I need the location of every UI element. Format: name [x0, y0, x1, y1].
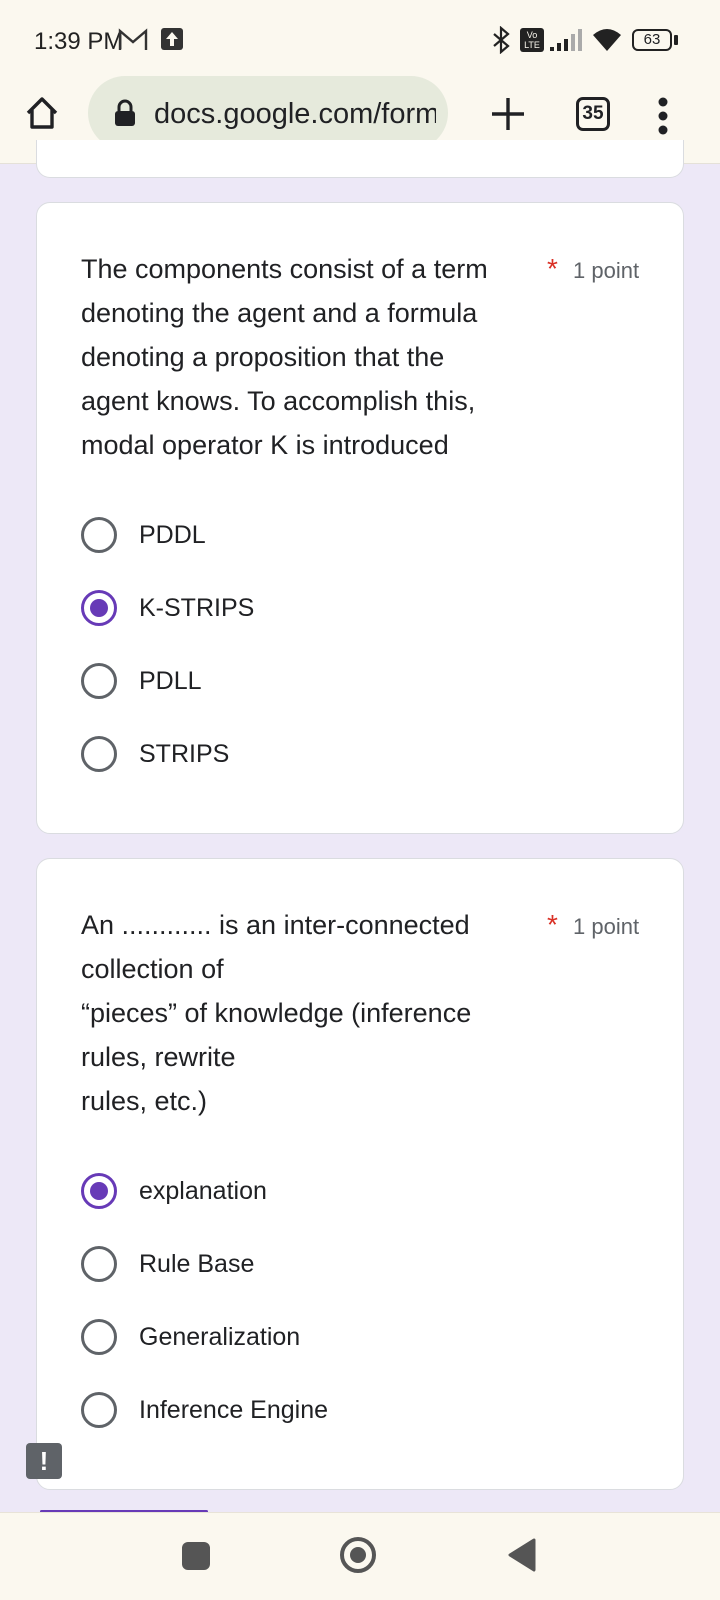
home-icon[interactable]: [22, 93, 62, 133]
option-label: PDDL: [139, 521, 206, 549]
radio-option[interactable]: Rule Base: [81, 1242, 581, 1290]
question-card: The components consist of a term denotin…: [36, 202, 684, 834]
wifi-icon: [593, 29, 621, 51]
radio-button[interactable]: [81, 736, 117, 772]
upload-icon: [161, 28, 183, 50]
option-label: explanation: [139, 1177, 267, 1205]
option-label: Generalization: [139, 1323, 301, 1351]
question-card: An ............ is an inter-connected co…: [36, 858, 684, 1490]
question-line: An ............ is an inter-connected: [81, 910, 470, 940]
question-line: denoting a proposition that the: [81, 342, 445, 372]
required-mark: *: [547, 253, 558, 284]
question-line: agent knows. To accomplish this,: [81, 386, 476, 416]
question-line: collection of: [81, 954, 224, 984]
question-text: The components consist of a term denotin…: [81, 247, 488, 467]
radio-button-selected[interactable]: [81, 590, 117, 626]
battery-tip: [674, 35, 678, 45]
question-line: The components consist of a term: [81, 254, 488, 284]
radio-button[interactable]: [81, 1392, 117, 1428]
option-label: Rule Base: [139, 1250, 255, 1278]
url-text: docs.google.com/forms: [154, 98, 436, 130]
volte-icon: Vo LTE: [520, 28, 544, 52]
radio-option[interactable]: PDLL: [81, 659, 581, 707]
status-time: 1:39 PM: [34, 28, 124, 55]
tab-switcher-button[interactable]: 35: [576, 97, 610, 131]
battery-level: 63: [643, 31, 661, 48]
question-line: “pieces” of knowledge (inference: [81, 998, 472, 1028]
radio-button[interactable]: [81, 517, 117, 553]
radio-button-selected[interactable]: [81, 1173, 117, 1209]
question-line: modal operator K is introduced: [81, 430, 449, 460]
new-tab-icon[interactable]: [488, 94, 528, 134]
radio-button[interactable]: [81, 1319, 117, 1355]
required-mark: *: [547, 909, 558, 940]
bluetooth-icon: [493, 26, 510, 54]
tab-count: 35: [582, 103, 604, 124]
radio-option[interactable]: Generalization: [81, 1315, 581, 1363]
system-nav-bar: [0, 1512, 720, 1600]
signal-icon: [550, 29, 582, 51]
question-line: rules, rewrite: [81, 1042, 236, 1072]
radio-button[interactable]: [81, 1246, 117, 1282]
feedback-badge-text: !: [39, 1446, 49, 1476]
home-circle-icon[interactable]: [338, 1535, 378, 1575]
points-label: 1 point: [573, 914, 640, 939]
battery-icon: 63: [632, 29, 672, 51]
radio-option[interactable]: Inference Engine: [81, 1388, 581, 1436]
question-line: rules, etc.): [81, 1086, 208, 1116]
previous-question-card: [36, 140, 684, 178]
url-field[interactable]: docs.google.com/forms: [88, 76, 448, 150]
gmail-icon: [118, 28, 148, 50]
radio-option[interactable]: K-STRIPS: [81, 586, 581, 634]
radio-option[interactable]: STRIPS: [81, 732, 581, 780]
radio-option[interactable]: explanation: [81, 1169, 581, 1217]
points-label: 1 point: [573, 258, 640, 283]
back-icon[interactable]: [506, 1537, 538, 1573]
radio-button[interactable]: [81, 663, 117, 699]
recents-icon[interactable]: [182, 1542, 210, 1570]
menu-icon[interactable]: [656, 96, 670, 136]
lock-icon: [115, 99, 135, 126]
report-feedback-button[interactable]: !: [26, 1443, 62, 1479]
option-label: STRIPS: [139, 740, 230, 768]
option-label: K-STRIPS: [139, 594, 255, 622]
option-label: PDLL: [139, 667, 202, 695]
question-text: An ............ is an inter-connected co…: [81, 903, 471, 1123]
question-line: denoting the agent and a formula: [81, 298, 478, 328]
status-bar: 1:39 PM Vo LTE 63: [0, 0, 720, 78]
radio-option[interactable]: PDDL: [81, 513, 581, 561]
option-label: Inference Engine: [139, 1396, 329, 1424]
